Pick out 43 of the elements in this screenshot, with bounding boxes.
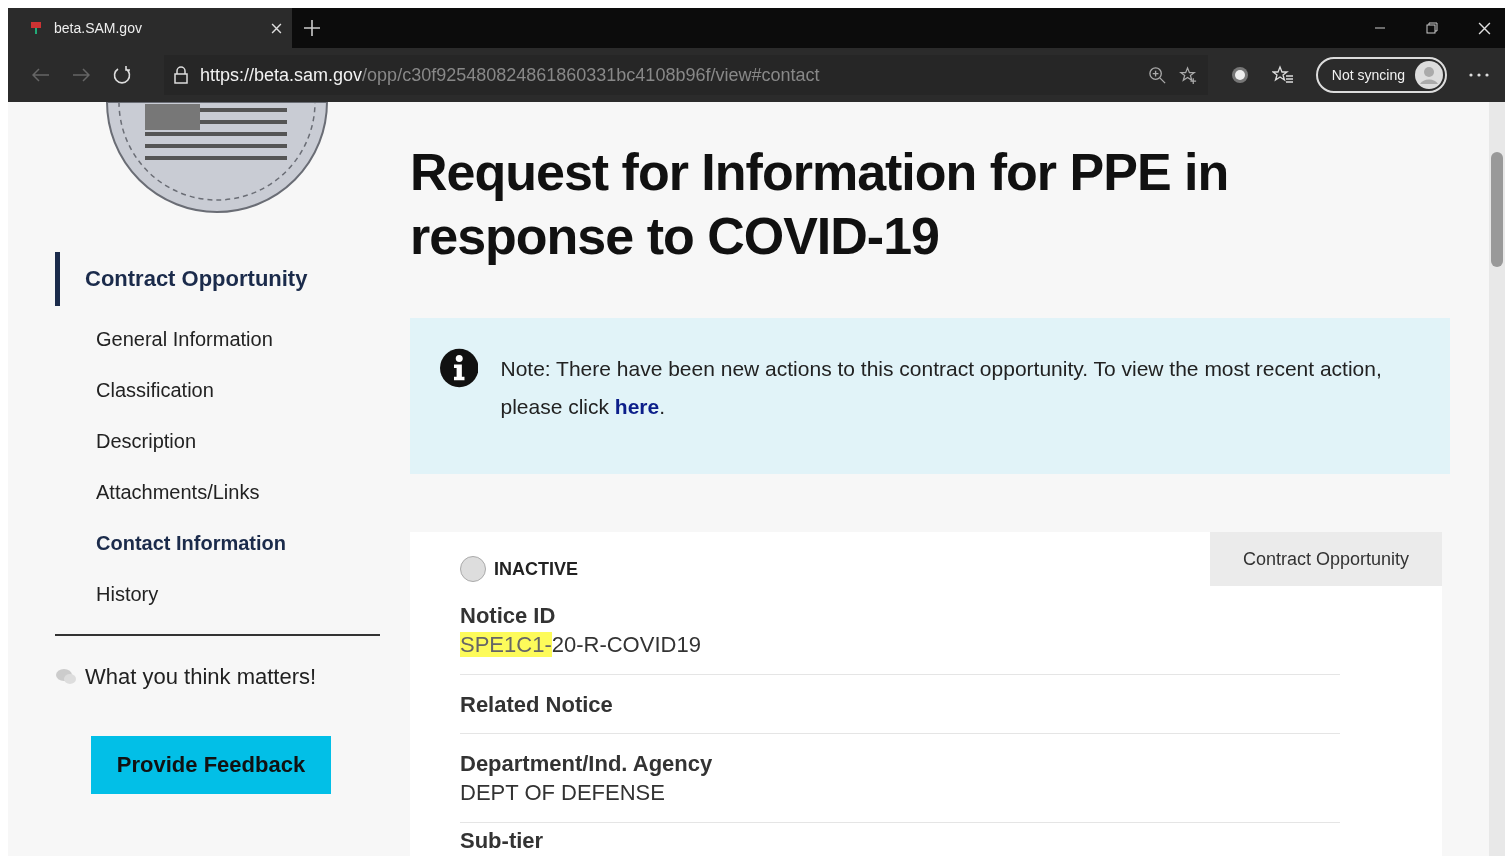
field-label: Department/Ind. Agency xyxy=(460,750,714,778)
zoom-in-icon[interactable] xyxy=(1147,65,1167,85)
back-arrow-icon[interactable] xyxy=(32,68,50,82)
forward-arrow-icon[interactable] xyxy=(72,68,90,82)
field-label: Sub-tier xyxy=(460,827,545,855)
more-icon[interactable] xyxy=(1469,73,1489,77)
provide-feedback-button[interactable]: Provide Feedback xyxy=(91,736,331,794)
status-label: INACTIVE xyxy=(494,558,578,580)
close-icon[interactable] xyxy=(1478,21,1491,35)
field-label: Notice ID xyxy=(460,602,557,630)
profile-button[interactable]: Not syncing xyxy=(1315,57,1447,93)
alert-message: Note: There have been new actions to this contract opportunity. To view the most recent action, please click here. xyxy=(500,356,1383,420)
sidebar-item[interactable]: Description xyxy=(55,416,380,467)
field-label: Related Notice xyxy=(460,691,614,719)
favorites-icon[interactable] xyxy=(1271,65,1294,85)
info-icon xyxy=(440,346,479,390)
tab-title: beta.SAM.gov xyxy=(54,20,143,36)
address-bar[interactable]: https://beta.sam.gov/opp/c30f925480824861860331bc4108b96f/view#contact xyxy=(164,55,1208,95)
chat-bubbles-icon xyxy=(55,668,77,686)
here-link[interactable]: here xyxy=(614,395,660,418)
field-value: DEPT OF DEFENSE xyxy=(460,779,666,807)
sidebar-item[interactable]: Classification xyxy=(55,365,380,416)
plus-icon[interactable] xyxy=(304,20,320,36)
star-plus-icon[interactable] xyxy=(1178,65,1198,85)
sidebar-item[interactable]: Contract Opportunity xyxy=(55,252,380,306)
close-icon[interactable] xyxy=(271,22,282,34)
sidebar-item[interactable]: Contact Information xyxy=(55,518,380,569)
field-value: SPE1C1-20-R-COVID19 xyxy=(460,631,702,659)
refresh-icon[interactable] xyxy=(112,65,132,85)
sidebar-item[interactable]: Attachments/Links xyxy=(55,467,380,518)
browser-tab[interactable]: beta.SAM.gov xyxy=(8,8,292,48)
avatar-icon xyxy=(1415,61,1443,89)
flag-icon xyxy=(30,21,42,35)
sidebar-item[interactable]: History xyxy=(55,569,380,620)
extension-icon[interactable] xyxy=(1229,65,1250,85)
page-title: Request for Information for PPE in response to COVID-19 xyxy=(410,142,1230,267)
status-circle-icon xyxy=(460,556,486,582)
feedback-text: What you think matters! xyxy=(85,664,317,690)
scrollbar-thumb[interactable] xyxy=(1491,152,1503,267)
url-text: https://beta.sam.gov/opp/c30f925480824861860331bc4108b96f/view#contact xyxy=(200,64,820,86)
sidebar-item[interactable]: General Information xyxy=(55,314,380,365)
lock-icon xyxy=(174,66,188,84)
restore-icon[interactable] xyxy=(1426,22,1438,34)
